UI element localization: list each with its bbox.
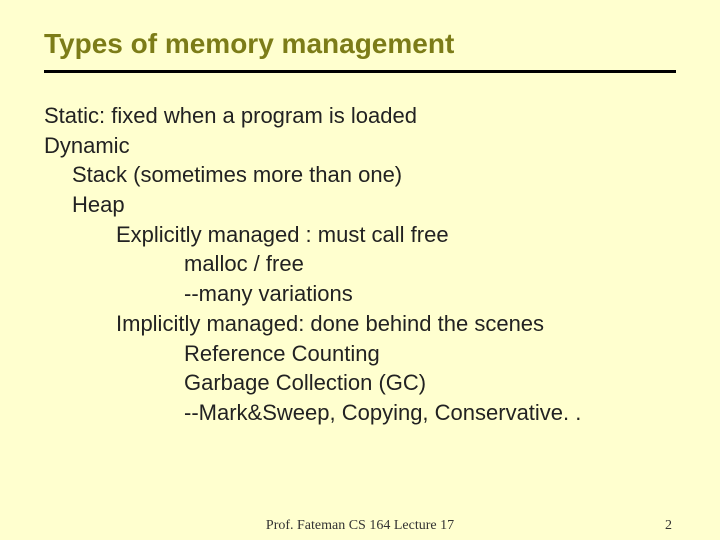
slide-title: Types of memory management (44, 28, 676, 60)
line-marksweep: --Mark&Sweep, Copying, Conservative. . (184, 398, 676, 428)
line-gc: Garbage Collection (GC) (184, 368, 676, 398)
title-rule (44, 70, 676, 73)
line-explicit: Explicitly managed : must call free (116, 220, 676, 250)
line-heap: Heap (72, 190, 676, 220)
line-implicit: Implicitly managed: done behind the scen… (116, 309, 676, 339)
line-stack: Stack (sometimes more than one) (72, 160, 676, 190)
line-dynamic: Dynamic (44, 131, 676, 161)
line-refcount: Reference Counting (184, 339, 676, 369)
slide-body: Static: fixed when a program is loaded D… (44, 101, 676, 428)
line-malloc: malloc / free (184, 249, 676, 279)
line-variations: --many variations (184, 279, 676, 309)
slide: Types of memory management Static: fixed… (0, 0, 720, 540)
line-static: Static: fixed when a program is loaded (44, 101, 676, 131)
footer-page-number: 2 (665, 518, 672, 534)
footer-center: Prof. Fateman CS 164 Lecture 17 (266, 518, 454, 534)
